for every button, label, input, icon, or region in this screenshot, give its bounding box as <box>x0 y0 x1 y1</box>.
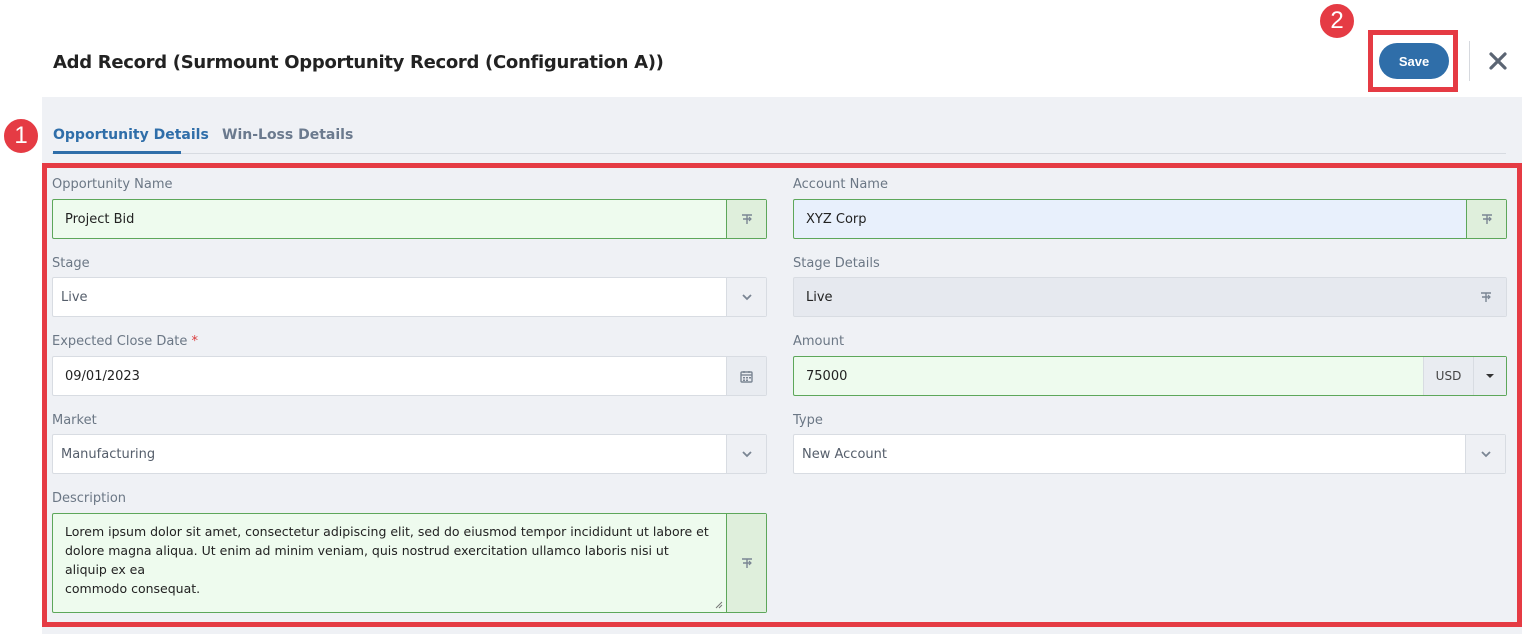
type-select[interactable]: New Account <box>793 434 1506 474</box>
close-icon[interactable] <box>1487 50 1509 72</box>
calendar-icon[interactable] <box>726 357 766 395</box>
required-marker: * <box>191 334 199 349</box>
expected-close-date-value[interactable]: 09/01/2023 <box>53 369 726 384</box>
account-name-field[interactable]: XYZ Corp <box>793 199 1507 239</box>
stage-label: Stage <box>52 256 90 271</box>
active-tab-indicator <box>53 151 181 154</box>
opportunity-name-label: Opportunity Name <box>52 177 173 192</box>
stage-details-field: Live <box>793 277 1507 317</box>
currency-code[interactable]: USD <box>1423 357 1473 395</box>
opportunity-name-value[interactable]: Project Bid <box>53 212 726 227</box>
text-format-icon[interactable] <box>726 200 766 238</box>
stage-select[interactable]: Live <box>52 277 767 317</box>
description-textarea[interactable]: Lorem ipsum dolor sit amet, consectetur … <box>52 513 767 613</box>
resize-handle-icon[interactable] <box>715 601 723 609</box>
chevron-down-icon[interactable] <box>1465 435 1505 473</box>
type-label: Type <box>793 413 823 428</box>
text-format-icon[interactable] <box>1466 278 1506 316</box>
account-name-label: Account Name <box>793 177 888 192</box>
account-name-value[interactable]: XYZ Corp <box>794 212 1466 227</box>
caret-down-icon[interactable] <box>1473 357 1506 395</box>
annotation-badge-2: 2 <box>1318 2 1356 40</box>
tab-opportunity-details[interactable]: Opportunity Details <box>53 127 209 143</box>
market-select[interactable]: Manufacturing <box>52 434 767 474</box>
description-label: Description <box>52 491 127 506</box>
text-format-icon[interactable] <box>1466 200 1506 238</box>
market-value[interactable]: Manufacturing <box>53 447 726 462</box>
tab-win-loss-details[interactable]: Win-Loss Details <box>222 127 353 143</box>
stage-details-label: Stage Details <box>793 256 880 271</box>
amount-value[interactable]: 75000 <box>794 369 1423 384</box>
market-label: Market <box>52 413 97 428</box>
expected-close-date-label-text: Expected Close Date <box>52 334 188 349</box>
header-divider <box>1469 41 1470 81</box>
save-button[interactable]: Save <box>1379 43 1449 79</box>
description-line: Lorem ipsum dolor sit amet, consectetur … <box>65 524 709 539</box>
expected-close-date-field[interactable]: 09/01/2023 <box>52 356 767 396</box>
description-line: commodo consequat. <box>65 581 201 596</box>
stage-value[interactable]: Live <box>53 290 726 305</box>
chevron-down-icon[interactable] <box>726 278 766 316</box>
amount-label: Amount <box>793 334 845 349</box>
tabs-divider <box>52 153 1506 154</box>
dialog-header: Add Record (Surmount Opportunity Record … <box>0 0 1522 97</box>
description-text[interactable]: Lorem ipsum dolor sit amet, consectetur … <box>53 514 726 612</box>
chevron-down-icon[interactable] <box>726 435 766 473</box>
expected-close-date-label: Expected Close Date * <box>52 334 198 349</box>
annotation-badge-1: 1 <box>2 117 40 155</box>
stage-details-value: Live <box>806 289 833 305</box>
opportunity-name-field[interactable]: Project Bid <box>52 199 767 239</box>
amount-field[interactable]: 75000 USD <box>793 356 1507 396</box>
text-format-icon[interactable] <box>726 514 766 612</box>
type-value[interactable]: New Account <box>794 447 1465 462</box>
dialog-title: Add Record (Surmount Opportunity Record … <box>53 52 664 73</box>
description-line: dolore magna aliqua. Ut enim ad minim ve… <box>65 543 669 577</box>
